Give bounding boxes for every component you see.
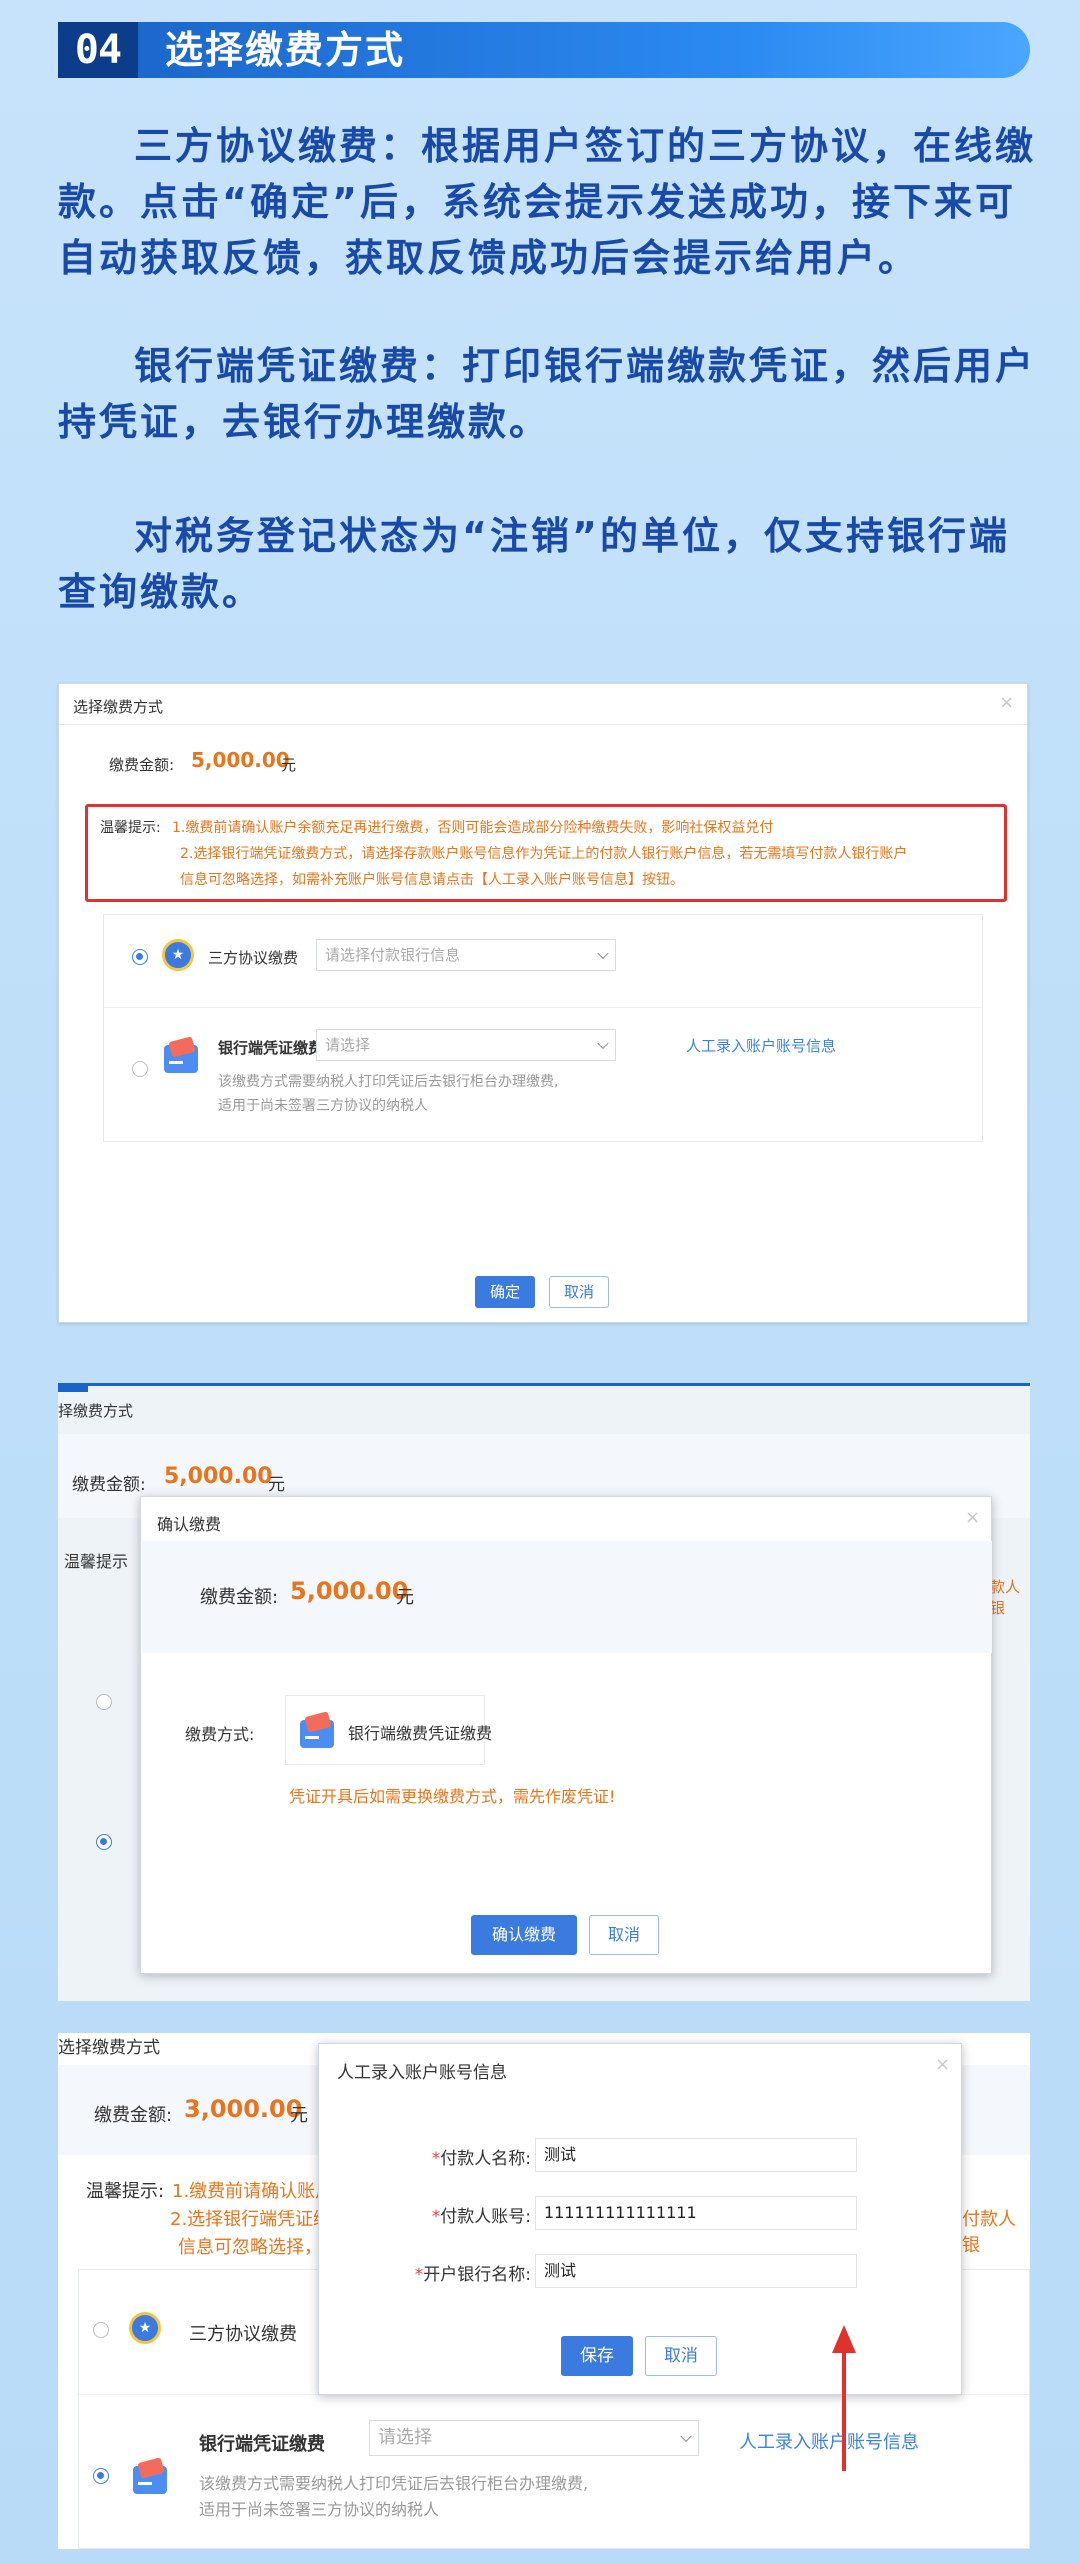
bank-name-input[interactable]: 测试 [535,2254,857,2288]
bg-tip-fragment: 款人银 [990,1578,1021,1617]
amount-label: 缴费金额: [200,1587,279,1608]
bg-amount-label: 缴费金额: [72,1475,146,1495]
card-icon [164,1045,198,1073]
chevron-down-icon [680,2430,692,2443]
cancel-button[interactable]: 取消 [645,2336,717,2376]
bg-option-tripartite: 三方协议缴费 [189,2324,297,2345]
tip-line-2: 2.选择银行端凭证缴费方式，请选择存款账户账号信息作为凭证上的付款人银行账户信息… [180,846,908,862]
bg-dialog-title: 选择缴费方式 [58,2038,160,2058]
bg-tip-line-2: 2.选择银行端凭证缴 [170,2209,332,2230]
manual-entry-title: 人工录入账户账号信息 [337,2063,507,2083]
accent-bar [58,1386,88,1392]
bg-option-desc-2: 适用于尚未签署三方协议的纳税人 [199,2500,440,2519]
manual-entry-link[interactable]: 人工录入账户账号信息 [686,1035,836,1056]
bg-tip-fragment: 付款人银 [962,2209,1016,2256]
bg-tip-label: 温馨提示 [64,1552,129,1571]
tip-box: 温馨提示: 1.缴费前请确认账户余额充足再进行缴费，否则可能会造成部分险种缴费失… [85,804,1007,902]
payer-account-input[interactable]: 111111111111111 [535,2196,857,2230]
required-mark: * [414,2265,424,2285]
bg-amount-value: 5,000.00 [164,1464,273,1489]
screenshot-select-payment: 选择缴费方式 × 缴费金额: 5,000.00 元 温馨提示: 1.缴费前请确认… [58,683,1028,1323]
screenshot-manual-entry: 选择缴费方式 缴费金额: 3,000.00 元 温馨提示: 1.缴费前请确认账户… [58,2033,1030,2549]
card-icon [133,2466,167,2494]
confirm-dialog: 确认缴费 × 缴费金额: 5,000.00 元 缴费方式: 银行端缴费凭证缴费 … [140,1496,992,1974]
confirm-button[interactable]: 确定 [475,1276,535,1308]
section-number: 04 [58,22,138,78]
close-icon[interactable]: × [965,1507,980,1528]
chevron-down-icon [597,1037,609,1050]
screenshot-confirm-payment: 择缴费方式 缴费金额: 5,000.00 元 温馨提示 款人银 确认缴费 × 缴… [58,1383,1030,2001]
close-icon[interactable]: × [935,2054,950,2075]
bg-dialog-title: 择缴费方式 [58,1402,134,1420]
field-label-payer-name-text: 付款人名称: [440,2149,531,2169]
bg-radio [96,1834,112,1850]
bank-select[interactable]: 请选择付款银行信息 [316,939,616,971]
close-icon[interactable]: × [999,692,1014,713]
amount-value: 5,000.00 [191,748,290,772]
amount-unit: 元 [281,756,297,774]
field-label-payer-account-text: 付款人账号: [440,2207,531,2227]
bg-tip-line-1: 1.缴费前请确认账户 [172,2181,334,2202]
card-icon [300,1720,334,1748]
bg-amount-label: 缴费金额: [94,2105,173,2126]
cancel-button[interactable]: 取消 [589,1915,659,1955]
amount-label: 缴费金额: [109,756,175,774]
divider [104,1007,982,1008]
paragraph-tripartite: 三方协议缴费：根据用户签订的三方协议，在线缴款。点击“确定”后，系统会提示发送成… [58,124,1037,280]
option-desc-2: 适用于尚未签署三方协议的纳税人 [218,1098,428,1114]
bg-option-desc-1: 该缴费方式需要纳税人打印凭证后去银行柜台办理缴费, [199,2474,589,2493]
required-mark: * [431,2207,441,2227]
bg-tip-label: 温馨提示: [86,2181,165,2202]
paragraph-cancelled-unit: 对税务登记状态为“注销”的单位，仅支持银行端查询缴款。 [58,514,1010,614]
voucher-select[interactable]: 请选择 [316,1029,616,1061]
bg-option-bank-voucher: 银行端凭证缴费 [199,2434,325,2455]
bg-voucher-select-placeholder: 请选择 [378,2427,432,2448]
bg-amount-unit: 元 [290,2105,308,2126]
confirm-dialog-title: 确认缴费 [157,1515,222,1534]
method-value: 银行端缴费凭证缴费 [348,1724,493,1743]
radio-bank-voucher[interactable] [132,1061,148,1077]
bg-tip-line-3: 信息可忽略选择， [178,2237,322,2258]
save-button[interactable]: 保存 [561,2336,633,2376]
tip-line-1: 1.缴费前请确认账户余额充足再进行缴费，否则可能会造成部分险种缴费失败，影响社保… [172,820,774,836]
field-label-bank-name: *开户银行名称: [343,2260,531,2285]
divider [59,724,1027,725]
field-label-payer-account: *付款人账号: [363,2202,531,2227]
medal-icon [129,2312,161,2344]
arrow-up-icon [832,2325,856,2471]
dialog-title: 选择缴费方式 [73,698,164,716]
tip-line-3: 信息可忽略选择，如需补充账户账号信息请点击【人工录入账户账号信息】按钮。 [180,872,684,888]
payment-options: 三方协议缴费 请选择付款银行信息 银行端凭证缴费 请选择 人工录入账户账号信息 … [103,914,983,1142]
voucher-select-placeholder: 请选择 [325,1036,371,1054]
field-label-bank-name-text: 开户银行名称: [423,2265,531,2285]
bank-select-placeholder: 请选择付款银行信息 [325,946,461,964]
amount-row: 缴费金额: 5,000.00 元 [142,1541,992,1653]
option-desc-1: 该缴费方式需要纳税人打印凭证后去银行柜台办理缴费, [218,1074,559,1090]
field-label-payer-name: *付款人名称: [363,2144,531,2169]
bg-amount-unit: 元 [268,1475,285,1495]
bg-radio [96,1694,112,1710]
option-bank-voucher-label: 银行端凭证缴费 [218,1039,324,1057]
bg-voucher-select: 请选择 [369,2420,699,2456]
amount-unit: 元 [396,1587,414,1608]
manual-entry-dialog: 人工录入账户账号信息 × *付款人名称: 测试 *付款人账号: 11111111… [318,2043,962,2395]
method-label: 缴费方式: [185,1725,255,1744]
confirm-payment-button[interactable]: 确认缴费 [471,1915,577,1955]
required-mark: * [431,2149,441,2169]
radio-tripartite[interactable] [132,949,148,965]
tip-label: 温馨提示: [100,820,161,836]
medal-icon [162,939,194,971]
bg-amount-value: 3,000.00 [184,2095,303,2123]
amount-value: 5,000.00 [290,1577,409,1605]
section-title: 选择缴费方式 [165,28,406,72]
payer-name-input[interactable]: 测试 [535,2138,857,2172]
bg-radio [93,2322,109,2338]
bg-radio [93,2468,109,2484]
paragraph-bank-voucher: 银行端凭证缴费：打印银行端缴款凭证，然后用户持凭证，去银行办理缴款。 [58,344,1037,444]
option-tripartite-label: 三方协议缴费 [208,949,299,967]
method-card: 银行端缴费凭证缴费 [285,1695,492,1765]
cancel-button[interactable]: 取消 [549,1276,609,1308]
chevron-down-icon [597,947,609,960]
void-warning: 凭证开具后如需更换缴费方式，需先作废凭证! [289,1787,616,1806]
